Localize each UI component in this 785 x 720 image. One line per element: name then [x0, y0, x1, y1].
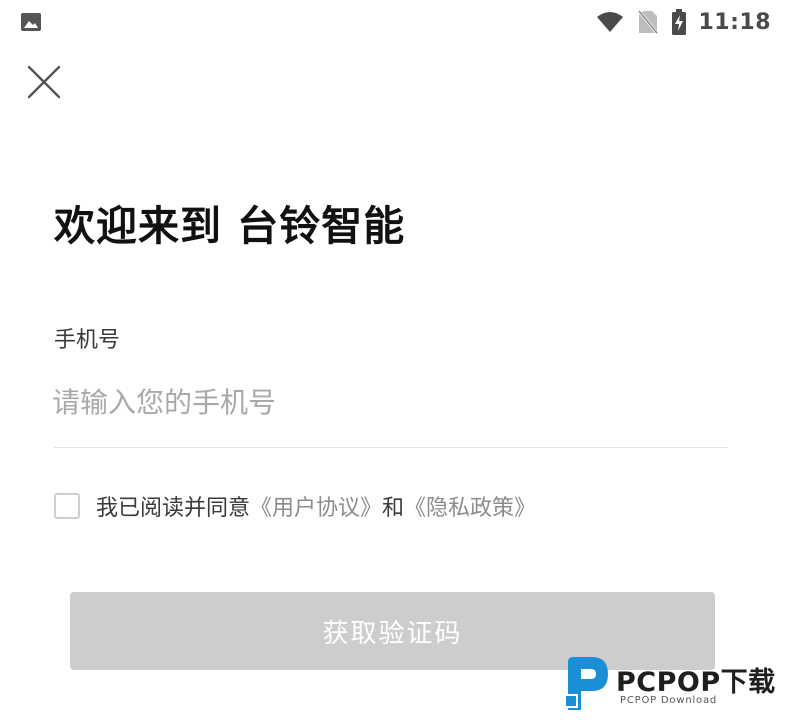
battery-charging-icon: [672, 9, 687, 35]
phone-underline: [54, 447, 728, 448]
page-title: 欢迎来到 台铃智能: [54, 202, 406, 250]
agreement-prefix: 我已阅读并同意: [96, 496, 251, 521]
watermark-subtext: PCPOP Download: [620, 695, 718, 706]
watermark: PCPOP下载 PCPOP Download: [562, 654, 784, 714]
pcpop-logo: [564, 657, 608, 710]
user-agreement-link[interactable]: 《用户协议》: [250, 490, 382, 522]
watermark-text: PCPOP下载: [616, 667, 776, 698]
wifi-icon: [597, 12, 624, 32]
agreement-conjunction: 和: [382, 496, 405, 521]
phone-label: 手机号: [54, 328, 121, 353]
no-sim-icon: [638, 10, 659, 34]
status-icons: 11:18: [596, 6, 771, 38]
status-time: 11:18: [698, 9, 771, 35]
agreement-row: 我已阅读并同意 《用户协议》 和 《隐私政策》: [54, 490, 536, 522]
close-icon: [27, 65, 61, 99]
gallery-icon: [21, 13, 41, 31]
phone-input[interactable]: [52, 370, 728, 434]
privacy-policy-link[interactable]: 《隐私政策》: [404, 490, 536, 522]
agreement-checkbox[interactable]: [54, 493, 80, 519]
close-button[interactable]: [22, 60, 66, 104]
status-bar: 11:18: [0, 0, 785, 44]
